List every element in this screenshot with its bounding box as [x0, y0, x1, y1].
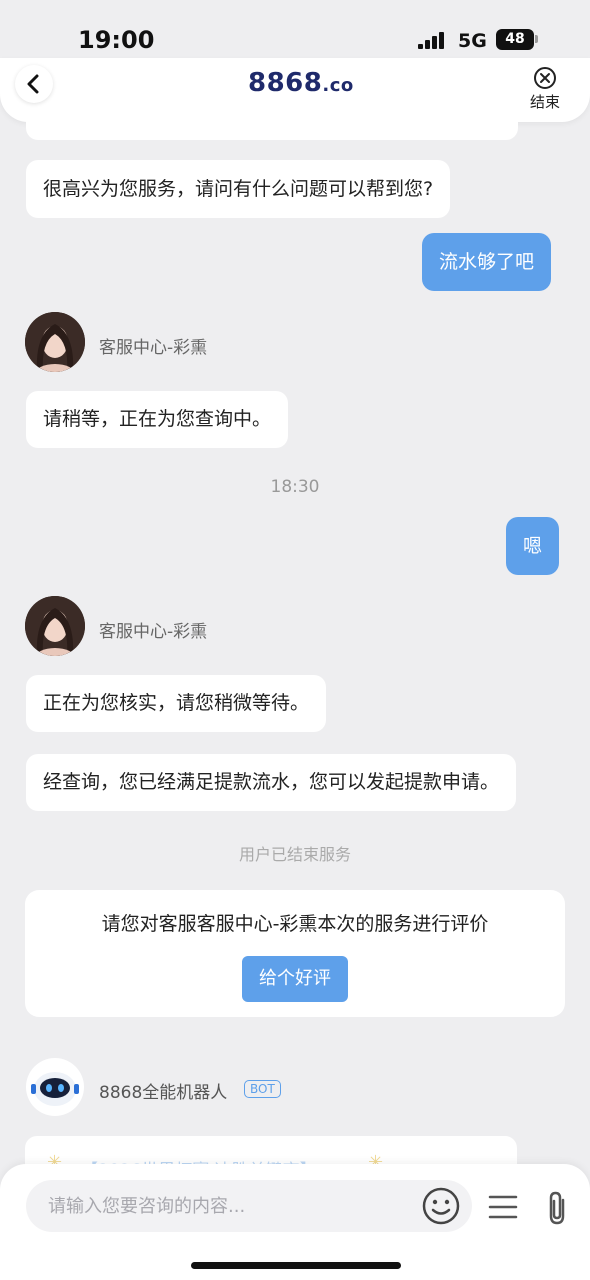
- previous-message-bubble: [26, 112, 518, 140]
- end-chat-label: 结束: [529, 93, 560, 111]
- menu-icon: [488, 1195, 518, 1219]
- rating-prompt: 请您对客服客服中心-彩熏本次的服务进行评价: [101, 913, 489, 935]
- message-composer: [0, 1164, 590, 1280]
- attach-button[interactable]: [544, 1190, 570, 1226]
- bot-name: 8868全能机器人: [99, 1083, 228, 1103]
- back-button[interactable]: [15, 65, 53, 103]
- agent-name: 客服中心-彩熏: [99, 622, 208, 642]
- message-input[interactable]: [26, 1180, 472, 1232]
- rating-button[interactable]: 给个好评: [242, 956, 348, 1002]
- chevron-left-icon: [27, 74, 39, 94]
- agent-avatar: [25, 596, 85, 656]
- network-label: 5G: [458, 30, 487, 52]
- logo: 8868.co: [248, 68, 354, 98]
- agent-message-bubble: 请稍等，正在为您查询中。: [26, 391, 289, 448]
- logo-domain: .co: [322, 75, 354, 96]
- menu-button[interactable]: [488, 1194, 518, 1220]
- rating-card: 请您对客服客服中心-彩熏本次的服务进行评价 给个好评: [25, 890, 565, 1017]
- message-timestamp: 18:30: [270, 477, 320, 497]
- paperclip-icon: [549, 1191, 565, 1225]
- agent-name: 客服中心-彩熏: [99, 338, 208, 358]
- home-indicator: [191, 1262, 401, 1269]
- battery-level: 48: [505, 31, 525, 47]
- agent-message-bubble: 经查询，您已经满足提款流水，您可以发起提款申请。: [26, 754, 517, 811]
- user-message-bubble: 流水够了吧: [422, 233, 552, 291]
- user-message-bubble: 嗯: [506, 517, 560, 575]
- agent-message-bubble: 很高兴为您服务，请问有什么问题可以帮到您?: [26, 160, 451, 218]
- close-circle-icon: [534, 67, 556, 89]
- emoji-button[interactable]: [421, 1186, 461, 1226]
- end-chat-button[interactable]: 结束: [524, 66, 566, 114]
- logo-main: 8868: [248, 68, 323, 98]
- bot-avatar: [26, 1058, 84, 1116]
- agent-message-bubble: 正在为您核实，请您稍微等待。: [26, 675, 327, 732]
- status-time: 19:00: [78, 26, 155, 54]
- bot-badge: BOT: [244, 1080, 281, 1098]
- system-note: 用户已结束服务: [238, 845, 351, 864]
- battery-tip: [535, 35, 538, 43]
- smiley-icon: [422, 1187, 460, 1225]
- battery-icon: 48: [496, 29, 534, 50]
- agent-avatar: [25, 312, 85, 372]
- signal-icon: [418, 31, 450, 49]
